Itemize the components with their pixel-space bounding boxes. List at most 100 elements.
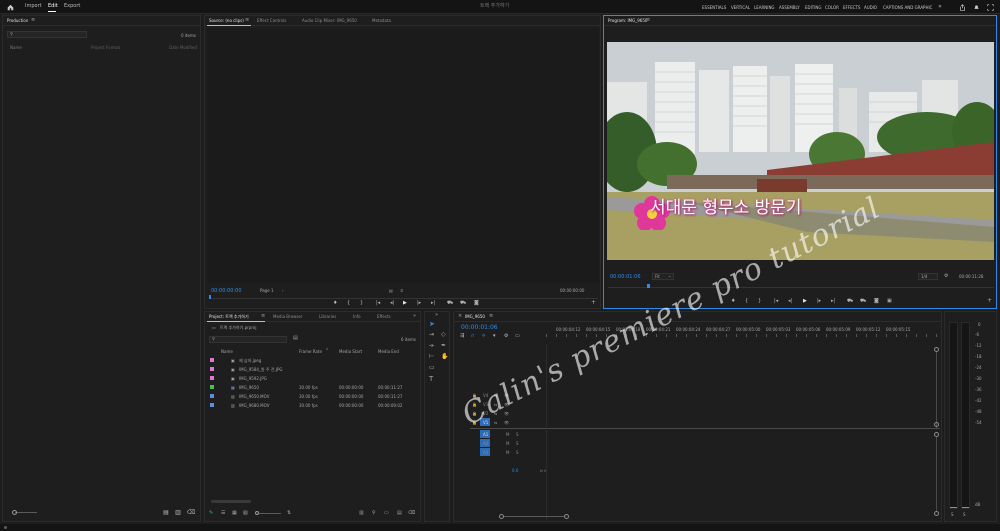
program-step-back-icon[interactable]: ◂| [788, 298, 792, 304]
menu-export[interactable]: Export [64, 4, 80, 9]
find-icon[interactable]: ⚲ [372, 510, 376, 516]
workspace-effects[interactable]: EFFECTS [843, 5, 860, 10]
audio-scroll-track[interactable] [936, 437, 937, 511]
production-col-name[interactable]: Name [10, 45, 22, 50]
timeline-close-icon[interactable]: × [458, 314, 462, 319]
menu-edit[interactable]: Edit [48, 4, 58, 9]
razor-tool-icon[interactable]: ◇ [441, 331, 450, 340]
meter-solo-right[interactable]: S [963, 512, 966, 517]
marker-icon[interactable]: ♦ [333, 300, 337, 306]
mute-button[interactable]: M [506, 450, 509, 455]
tab-libraries[interactable]: Libraries [319, 315, 336, 319]
comparison-view-icon[interactable]: ▣ [887, 298, 892, 304]
workspace-assembly[interactable]: ASSEMBLY [779, 5, 800, 10]
source-timecode-left[interactable]: 00:00:00:00 [211, 289, 242, 294]
tab-program[interactable]: Program: IMG_9650 [608, 19, 647, 23]
icon-view-icon[interactable]: ▦ [232, 510, 237, 516]
mute-button[interactable]: M [506, 432, 509, 437]
tab-audio-clip-mixer[interactable]: Audio Clip Mixer: IMG_9650 [302, 19, 357, 23]
export-frame-icon[interactable]: ◙ [474, 300, 479, 306]
program-in-point-icon[interactable]: { [745, 298, 748, 304]
delete-icon[interactable]: ⌫ [187, 510, 195, 516]
source-safe-margin-icon[interactable]: ▤ [389, 289, 393, 293]
mix-value[interactable]: 0.0 [512, 468, 518, 473]
sort-icon[interactable]: ⇅ [287, 510, 291, 516]
captions-icon[interactable]: ▭ [515, 333, 520, 339]
extract-icon[interactable]: ⛟ [860, 298, 866, 305]
sort-chevron-icon[interactable]: ⌃ [325, 348, 329, 354]
automate-icon[interactable]: ▥ [359, 510, 364, 516]
new-item-icon[interactable]: ▤ [397, 510, 402, 516]
program-add-button-icon[interactable]: + [987, 298, 992, 304]
meter-solo-left[interactable]: S [951, 512, 954, 517]
source-playhead[interactable] [209, 295, 211, 299]
eye-icon[interactable]: 👁 [504, 420, 509, 425]
snap-icon[interactable]: ⇶ [460, 333, 464, 339]
slip-tool-icon[interactable]: ⊢ [429, 353, 439, 362]
mute-button[interactable]: M [506, 441, 509, 446]
source-viewer[interactable] [207, 28, 599, 283]
ripple-edit-tool-icon[interactable]: ⟛ [429, 342, 439, 351]
menu-import[interactable]: Import [25, 4, 42, 9]
program-go-to-in-icon[interactable]: |◂ [774, 298, 778, 304]
solo-button[interactable]: S [516, 441, 519, 446]
list-item[interactable]: ▥ IMG_9680.MOV 30.00 fps 00:00:00:00 00:… [207, 401, 419, 410]
workspace-editing[interactable]: EDITING [805, 5, 822, 10]
solo-button[interactable]: S [516, 450, 519, 455]
timeline-zoom-end[interactable] [564, 514, 569, 519]
label-color-swatch[interactable] [210, 403, 214, 407]
workspace-learning[interactable]: LEARNING [754, 5, 775, 10]
label-color-swatch[interactable] [210, 358, 214, 362]
production-menu-icon[interactable]: ≡ [31, 18, 35, 23]
tab-effects[interactable]: Effects [377, 315, 391, 319]
vertical-scroll-bottom[interactable] [934, 422, 939, 427]
production-search-input[interactable]: ⚲ [7, 31, 87, 38]
production-col-date[interactable]: Date Modified [169, 45, 197, 50]
list-item[interactable]: ▥ IMG_9650.MOV 30.00 fps 00:00:00:00 00:… [207, 392, 419, 401]
lift-icon[interactable]: ⛟ [847, 298, 853, 305]
clear-icon[interactable]: ⌫ [408, 510, 415, 516]
list-view-icon[interactable]: ☰ [221, 510, 225, 516]
zoom-slider[interactable] [15, 512, 37, 513]
timeline-zoom-bar[interactable] [504, 516, 564, 517]
tab-media-browser[interactable]: Media Browser [273, 315, 303, 319]
track-select-tool-icon[interactable]: ⇥ [429, 331, 439, 340]
timeline-wrench-icon[interactable]: ⚙ [504, 333, 508, 339]
workspace-color[interactable]: COLOR [825, 5, 839, 10]
project-horizontal-scrollbar[interactable] [211, 500, 251, 503]
tab-info[interactable]: Info [353, 315, 361, 319]
workspace-captions[interactable]: CAPTIONS AND GRAPHIC [883, 5, 932, 10]
program-playhead-bar[interactable] [608, 284, 994, 288]
new-project-icon[interactable]: ▤ [163, 510, 169, 516]
label-color-swatch[interactable] [210, 394, 214, 398]
pen-tool-icon[interactable]: ✒ [441, 342, 450, 351]
label-color-swatch[interactable] [210, 385, 214, 389]
audio-scroll-bottom[interactable] [934, 511, 939, 516]
fullscreen-icon[interactable] [986, 3, 994, 11]
track-row-a2[interactable]: A2 M S [470, 439, 530, 447]
program-out-point-icon[interactable]: } [758, 298, 761, 304]
production-col-format[interactable]: Project Format [91, 45, 120, 50]
program-go-to-out-icon[interactable]: ▸| [831, 298, 835, 304]
type-tool-icon[interactable]: T [429, 375, 439, 384]
hand-tool-icon[interactable]: ✋ [441, 353, 450, 362]
label-color-swatch[interactable] [210, 376, 214, 380]
overwrite-icon[interactable]: ⛟ [460, 300, 466, 307]
new-folder-icon[interactable]: ▥ [175, 510, 181, 516]
project-zoom-slider[interactable] [259, 513, 281, 514]
col-frame-rate[interactable]: Frame Rate [299, 349, 322, 354]
timeline-timecode[interactable]: 00:00:01:06 [461, 325, 498, 331]
pencil-icon[interactable]: ✎ [209, 510, 213, 516]
home-icon[interactable] [6, 3, 14, 11]
source-page[interactable]: Page 1 [260, 289, 274, 293]
go-to-out-icon[interactable]: ▸| [431, 300, 435, 306]
out-point-icon[interactable]: } [360, 300, 363, 306]
list-item[interactable]: ▣ IMG_9592.JPG [207, 374, 419, 383]
tab-effect-controls[interactable]: Effect Controls [257, 19, 286, 23]
tab-source-menu-icon[interactable]: ≡ [245, 18, 249, 23]
program-timecode-left[interactable]: 00:00:01:06 [610, 275, 641, 280]
col-name[interactable]: Name [221, 349, 233, 354]
zoom-slider-handle[interactable] [12, 510, 17, 515]
program-playhead[interactable] [647, 284, 650, 288]
tab-project-menu-icon[interactable]: ≡ [261, 314, 265, 319]
